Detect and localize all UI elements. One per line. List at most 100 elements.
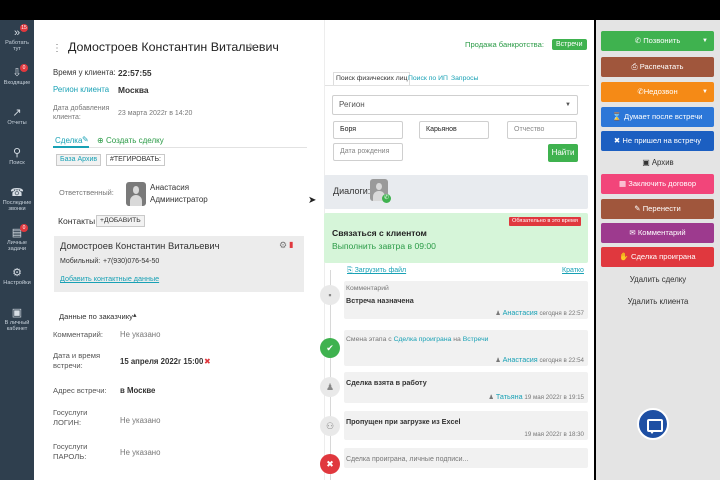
chat-button[interactable] (637, 408, 669, 440)
meeting-address[interactable]: в Москве (120, 386, 155, 396)
fast-forward-icon: » (13, 27, 21, 39)
timeline-kind: Комментарий (346, 285, 389, 292)
kebab-menu-icon[interactable]: ⋮ (52, 43, 62, 54)
timeline-text: Пропущен при загрузке из Excel (346, 417, 461, 426)
whatsapp-icon[interactable]: ✆ (382, 194, 391, 203)
thumbs-up-icon: ✔ (320, 338, 340, 358)
nav-label: Настройки (3, 280, 31, 286)
region-placeholder: Регион (339, 100, 365, 109)
reschedule-label: Перенести (642, 204, 681, 213)
nav-label: Входящие (3, 80, 31, 86)
active-tab-indicator (53, 146, 89, 148)
client-region: Москва (118, 85, 149, 95)
deal-lost-button[interactable]: ✋ Сделка проиграна (601, 247, 714, 267)
region-select[interactable]: Регион ▼ (332, 95, 578, 115)
print-button[interactable]: ⎙ Распечатать (601, 57, 714, 77)
tab-deal[interactable]: Сделка (55, 136, 82, 145)
edit-pencil-icon[interactable]: ✎ (248, 42, 256, 53)
call-button[interactable]: ✆ Позвонить ▼ (601, 31, 714, 51)
nav-settings[interactable]: ⚙ Настройки (0, 260, 34, 300)
badge-count: 0 (20, 224, 28, 232)
base-archive-chip[interactable]: База Архив (56, 154, 102, 166)
left-sidebar: » Работать тут 15 ⇩ Входящие 0 ↗ Отчеты … (0, 20, 34, 480)
timeline-comment: Комментарий Встреча назначена ♟ Анастаси… (344, 281, 588, 319)
stage-from[interactable]: Сделка проиграна (394, 336, 452, 343)
archive-icon: ▣ (642, 158, 650, 167)
tab-ip-search[interactable]: Поиск по ИП (408, 75, 448, 82)
mobile-number[interactable]: +7(930)076-54-50 (103, 258, 159, 265)
stage-prefix: Смена этапа с (346, 336, 392, 343)
no-show-button[interactable]: ✖ Не пришел на встречу (601, 131, 714, 151)
stage-to[interactable]: Встречи (463, 336, 489, 343)
mandatory-badge: Обязательно в это время (509, 217, 581, 226)
no-answer-button[interactable]: ✆Недозвон ▼ (601, 82, 714, 102)
nav-label: В личный кабинет (4, 320, 30, 333)
birthdate-input[interactable]: Дата рождения (333, 143, 403, 161)
customer-field-label: Госуслуги ЛОГИН: (53, 408, 88, 427)
comment-button[interactable]: ✉ Комментарий (601, 223, 714, 243)
phone-icon: ✆ (634, 36, 642, 45)
contacts-title: Контакты (58, 216, 96, 226)
timeline-when: сегодня в 22:57 (539, 310, 584, 317)
delete-deal-button[interactable]: Удалить сделку (596, 275, 720, 284)
edit-deal-icon[interactable]: ✎ (82, 135, 89, 144)
call-label: Позвонить (643, 36, 681, 45)
upload-file-link[interactable]: ⎘ Загрузить файл (347, 267, 406, 275)
timeline-when: 19 мая 2022г в 19:15 (524, 394, 584, 401)
bankrupt-link[interactable]: Продажа банкротства: (465, 40, 544, 49)
region-label[interactable]: Регион клиента (53, 85, 109, 94)
middlename-input[interactable]: Отчество (507, 121, 577, 139)
dialogs-label: Диалоги: (333, 186, 371, 196)
nav-personal-tasks[interactable]: ▤ Личные задачи 0 (0, 220, 34, 260)
customer-field-value[interactable]: Не указано (120, 330, 160, 340)
archive-button[interactable]: ▣ Архив (596, 158, 720, 167)
calendar-icon: ▦ (618, 179, 627, 188)
caret-up-icon[interactable]: ▴ (133, 311, 137, 319)
tab-individuals[interactable]: Поиск физических лиц (333, 72, 411, 85)
tag-field[interactable]: #ТЕГИРОВАТЬ: (106, 154, 165, 166)
no-answer-label: Недозвон (643, 87, 678, 96)
settings-icon[interactable]: ⚙ (279, 240, 287, 251)
timeline-text: Сделка взята в работу (346, 378, 427, 387)
nav-inbox[interactable]: ⇩ Входящие 0 (0, 60, 34, 100)
thinking-button[interactable]: ⌛ Думает после встречи (601, 107, 714, 127)
trash-icon[interactable]: ▮ (289, 240, 293, 249)
timeline-meta: ♟ Анастасия сегодня в 22:57 (495, 308, 584, 317)
tab-requests[interactable]: Запросы (451, 75, 478, 82)
create-deal-link[interactable]: Создать сделку (106, 136, 164, 145)
find-button[interactable]: Найти (548, 144, 578, 162)
thumbs-down-icon: ✖ (320, 454, 340, 474)
task-subtitle: Выполнить завтра в 09:00 (332, 241, 436, 251)
nav-work-here[interactable]: » Работать тут 15 (0, 20, 34, 60)
timeline-author[interactable]: Анастасия (503, 355, 538, 364)
nav-label: Поиск (9, 160, 25, 166)
short-link[interactable]: Кратко (562, 267, 584, 274)
customer-field-value[interactable]: Не указано (120, 448, 160, 458)
contract-button[interactable]: ▦ Заключить договор (601, 174, 714, 194)
customer-field-value[interactable]: Не указано (120, 416, 160, 426)
plus-circle-icon[interactable]: ⊕ (97, 136, 104, 145)
reschedule-button[interactable]: ✎ Перенести (601, 199, 714, 219)
task-box: Связаться с клиентом Выполнить завтра в … (324, 213, 588, 263)
person-icon: ♟ (320, 377, 340, 397)
no-show-label: Не пришел на встречу (622, 136, 702, 145)
lastname-input[interactable]: Боря (333, 121, 403, 139)
user-icon: ♟ (495, 310, 501, 317)
customer-section-title[interactable]: Данные по заказчику (59, 312, 133, 321)
nav-cabinet[interactable]: ▣ В личный кабинет (0, 300, 34, 340)
stage-change-text: Смена этапа с Сделка проиграна на Встреч… (346, 336, 488, 343)
clear-x-icon[interactable]: ✖ (204, 357, 211, 366)
task-title: Связаться с клиентом (332, 228, 427, 238)
nav-search[interactable]: ⚲ Поиск (0, 140, 34, 180)
delete-client-button[interactable]: Удалить клиента (596, 297, 720, 306)
timeline-author[interactable]: Татьяна (496, 392, 523, 401)
stage-badge[interactable]: Встречи (552, 39, 587, 50)
nav-recent-calls[interactable]: ☎ Последние звонки (0, 180, 34, 220)
nav-reports[interactable]: ↗ Отчеты (0, 100, 34, 140)
chart-icon: ↗ (12, 107, 22, 119)
add-contact-data-link[interactable]: Добавить контактные данные (60, 274, 159, 283)
firstname-input[interactable]: Карьянов (419, 121, 489, 139)
add-contact-button[interactable]: +ДОБАВИТЬ (96, 215, 145, 227)
meeting-datetime[interactable]: 15 апреля 2022г 15:00 (120, 357, 203, 367)
timeline-author[interactable]: Анастасия (503, 308, 538, 317)
